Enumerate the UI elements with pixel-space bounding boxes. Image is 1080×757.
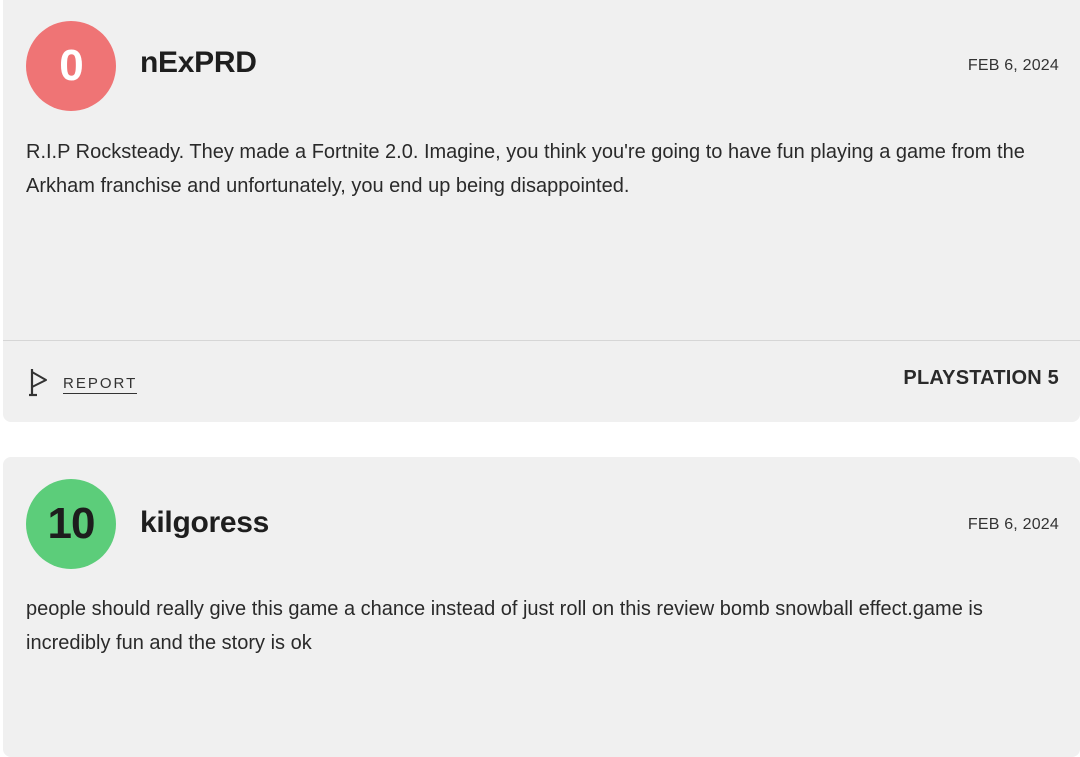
reviewer-username[interactable]: kilgoress [140, 506, 269, 540]
review-text: R.I.P Rocksteady. They made a Fortnite 2… [26, 141, 1025, 197]
score-badge: 0 [26, 21, 116, 111]
platform-label: PLAYSTATION 5 [903, 367, 1059, 389]
score-badge: 10 [26, 479, 116, 569]
review-text: people should really give this game a ch… [26, 598, 983, 654]
report-label[interactable]: REPORT [63, 375, 138, 394]
reviewer-username[interactable]: nExPRD [140, 46, 257, 80]
flag-icon [27, 367, 49, 402]
review-card: 10 kilgoress FEB 6, 2024 people should r… [3, 457, 1080, 757]
review-date: FEB 6, 2024 [967, 57, 1059, 74]
review-date: FEB 6, 2024 [967, 516, 1059, 533]
review-card: 0 nExPRD FEB 6, 2024 R.I.P Rocksteady. T… [3, 0, 1080, 422]
report-button[interactable]: REPORT [27, 367, 138, 402]
card-divider [3, 340, 1080, 341]
